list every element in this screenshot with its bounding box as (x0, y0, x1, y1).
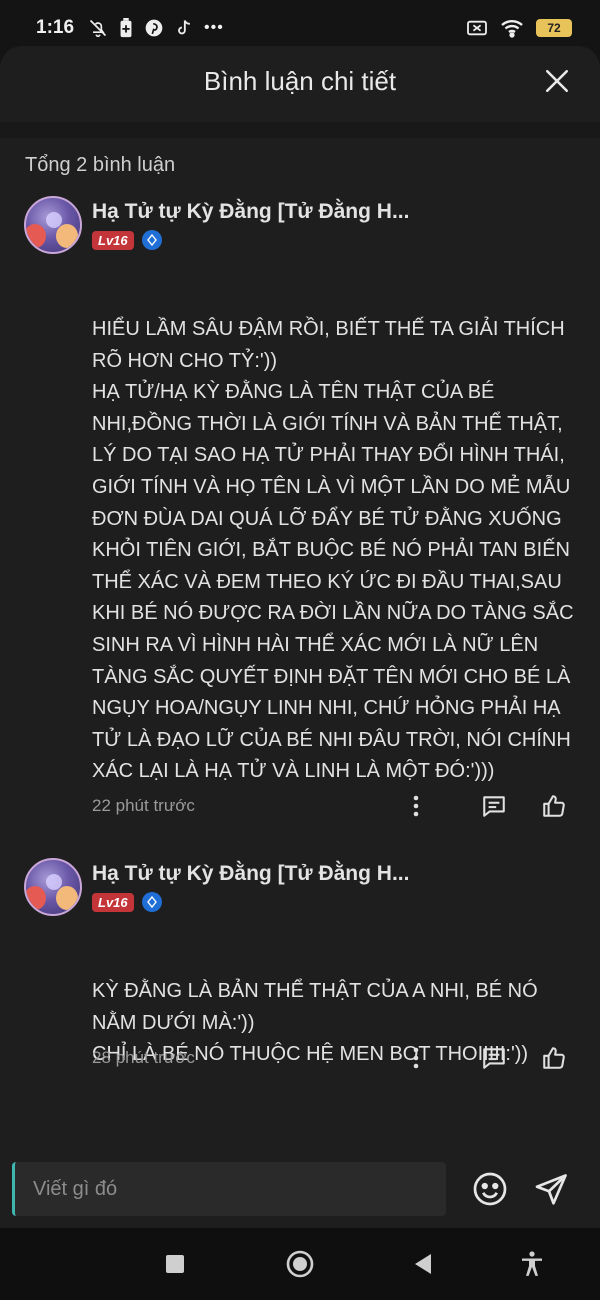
status-time: 1:16 (36, 17, 75, 38)
send-button[interactable] (532, 1169, 572, 1209)
more-vertical-icon (413, 1047, 419, 1069)
level-badge: Lv16 (92, 892, 134, 912)
more-options-button[interactable] (398, 788, 434, 824)
comments-sheet: Bình luận chi tiết Tổng 2 bình luận Hạ T… (0, 46, 600, 1228)
home-circle-icon (286, 1250, 314, 1278)
comment-meta: 28 phút trước (92, 1040, 572, 1076)
status-more-dots: ••• (204, 19, 224, 36)
reply-button[interactable] (476, 1040, 512, 1076)
send-icon (535, 1174, 567, 1205)
close-icon (545, 69, 569, 93)
comment-count: Tổng 2 bình luận (25, 154, 176, 176)
comment-actions (398, 1040, 572, 1076)
comment-timestamp: 28 phút trước (92, 1048, 195, 1067)
pinterest-icon (145, 19, 163, 37)
screen: 1:16 ••• 72 Bình luận chi tiết Tổng 2 bì… (0, 0, 600, 1300)
comment-username[interactable]: Hạ Tử tự Kỳ Đằng [Tử Đằng H... (92, 200, 409, 224)
comment-timestamp: 22 phút trước (92, 796, 195, 815)
more-options-button[interactable] (398, 1040, 434, 1076)
home-button[interactable] (280, 1244, 320, 1284)
like-button[interactable] (536, 1040, 572, 1076)
battery-indicator: 72 (536, 19, 572, 37)
status-notification-icons: ••• (88, 18, 224, 38)
thumbs-up-icon (543, 1047, 565, 1069)
no-sim-icon (467, 20, 487, 36)
accessibility-icon (522, 1251, 542, 1276)
like-button[interactable] (536, 788, 572, 824)
square-icon (166, 1255, 184, 1273)
emoji-button[interactable] (470, 1169, 510, 1209)
verified-badge-icon (141, 892, 162, 912)
comment-item: Hạ Tử tự Kỳ Đằng [Tử Đằng H... Lv16 HIỂU… (0, 196, 600, 817)
wifi-icon (501, 20, 523, 38)
user-badges: Lv16 (92, 230, 162, 250)
back-button[interactable] (403, 1244, 443, 1284)
comment-username[interactable]: Hạ Tử tự Kỳ Đằng [Tử Đằng H... (92, 862, 409, 886)
comment-icon (483, 1048, 505, 1069)
user-badges: Lv16 (92, 892, 162, 912)
comment-input-bar (0, 1150, 600, 1228)
tiktok-icon (178, 20, 190, 35)
comment-meta: 22 phút trước (92, 788, 572, 824)
level-badge: Lv16 (92, 230, 134, 250)
reply-button[interactable] (476, 788, 512, 824)
thumbs-up-icon (543, 795, 565, 817)
more-vertical-icon (413, 795, 419, 817)
accessibility-button[interactable] (512, 1244, 552, 1284)
header-divider (0, 122, 600, 138)
sheet-header: Bình luận chi tiết (0, 46, 600, 116)
comment-icon (483, 796, 505, 817)
system-nav-bar (0, 1228, 600, 1300)
comment-text: HIỂU LẦM SÂU ĐẬM RỒI, BIẾT THẾ TA GIẢI T… (92, 318, 574, 783)
verified-badge-icon (141, 230, 162, 250)
status-system-icons: 72 (466, 18, 572, 38)
comment-item: Hạ Tử tự Kỳ Đằng [Tử Đằng H... Lv16 KỲ Đ… (0, 858, 600, 1088)
comment-input[interactable] (12, 1162, 446, 1216)
back-triangle-icon (415, 1254, 431, 1274)
smiley-icon (473, 1172, 507, 1206)
bell-off-icon (89, 19, 107, 38)
recents-button[interactable] (155, 1244, 195, 1284)
close-button[interactable] (542, 66, 572, 96)
sheet-title: Bình luận chi tiết (203, 65, 397, 96)
avatar[interactable] (24, 196, 82, 254)
comment-actions (398, 788, 572, 824)
avatar[interactable] (24, 858, 82, 916)
battery-saver-icon (120, 18, 132, 38)
